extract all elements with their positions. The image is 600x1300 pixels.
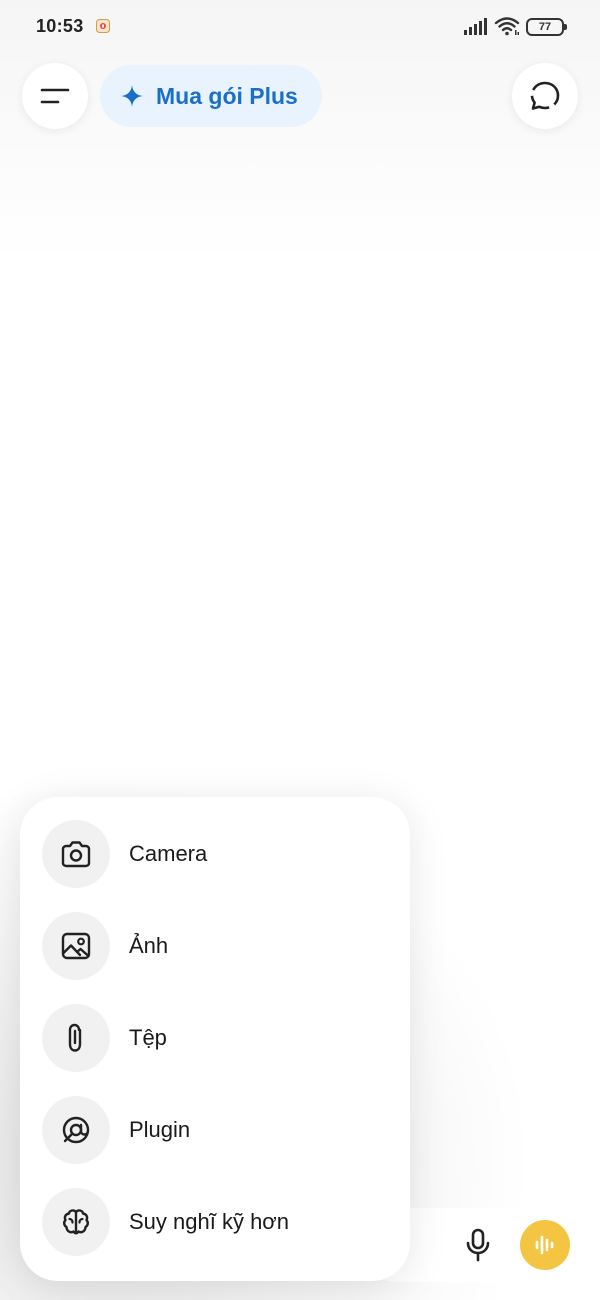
menu-item-file[interactable]: Tệp <box>42 1002 392 1074</box>
status-time: 10:53 <box>36 16 84 36</box>
status-bar: 10:53 77 <box>0 0 600 56</box>
image-icon <box>61 932 91 960</box>
voice-waveform-icon <box>535 1235 554 1255</box>
menu-item-camera[interactable]: Camera <box>42 818 392 890</box>
menu-item-icon-circle <box>42 1004 110 1072</box>
menu-item-plugin[interactable]: Plugin <box>42 1094 392 1166</box>
buy-plus-button[interactable]: Mua gói Plus <box>100 65 322 127</box>
microphone-icon <box>466 1228 490 1262</box>
sparkle-icon <box>121 85 143 107</box>
menu-item-icon-circle <box>42 1188 110 1256</box>
menu-item-icon-circle <box>42 1096 110 1164</box>
menu-item-icon-circle <box>42 912 110 980</box>
menu-button[interactable] <box>22 63 88 129</box>
signal-icon <box>464 18 487 35</box>
menu-lines-icon <box>40 88 70 104</box>
notification-icon <box>96 19 110 33</box>
menu-item-label: Suy nghĩ kỹ hơn <box>129 1209 289 1234</box>
wifi-icon <box>494 17 520 36</box>
brain-icon <box>63 1209 89 1235</box>
camera-icon <box>61 841 91 868</box>
plugin-icon <box>62 1116 90 1144</box>
menu-item-label: Camera <box>129 841 208 866</box>
menu-item-image[interactable]: Ảnh <box>42 910 392 982</box>
voice-mode-button[interactable] <box>520 1220 570 1270</box>
new-chat-button[interactable] <box>512 63 578 129</box>
attachment-menu: Camera Ảnh Tệp Plugin Suy nghĩ kỹ hơn <box>20 797 410 1281</box>
battery-indicator: 77 <box>526 18 567 36</box>
menu-item-label: Plugin <box>129 1117 191 1142</box>
menu-item-label: Tệp <box>129 1025 167 1050</box>
menu-item-label: Ảnh <box>129 933 169 958</box>
microphone-button[interactable] <box>454 1220 502 1270</box>
menu-item-think-longer[interactable]: Suy nghĩ kỹ hơn <box>42 1186 392 1258</box>
menu-item-icon-circle <box>42 820 110 888</box>
new-chat-icon <box>530 81 560 110</box>
paperclip-icon <box>68 1023 82 1052</box>
buy-plus-label: Mua gói Plus <box>156 82 298 109</box>
chat-screen: 10:53 77 Mua gói Plus Camera Ảnh Tệp Plu… <box>0 0 600 1300</box>
